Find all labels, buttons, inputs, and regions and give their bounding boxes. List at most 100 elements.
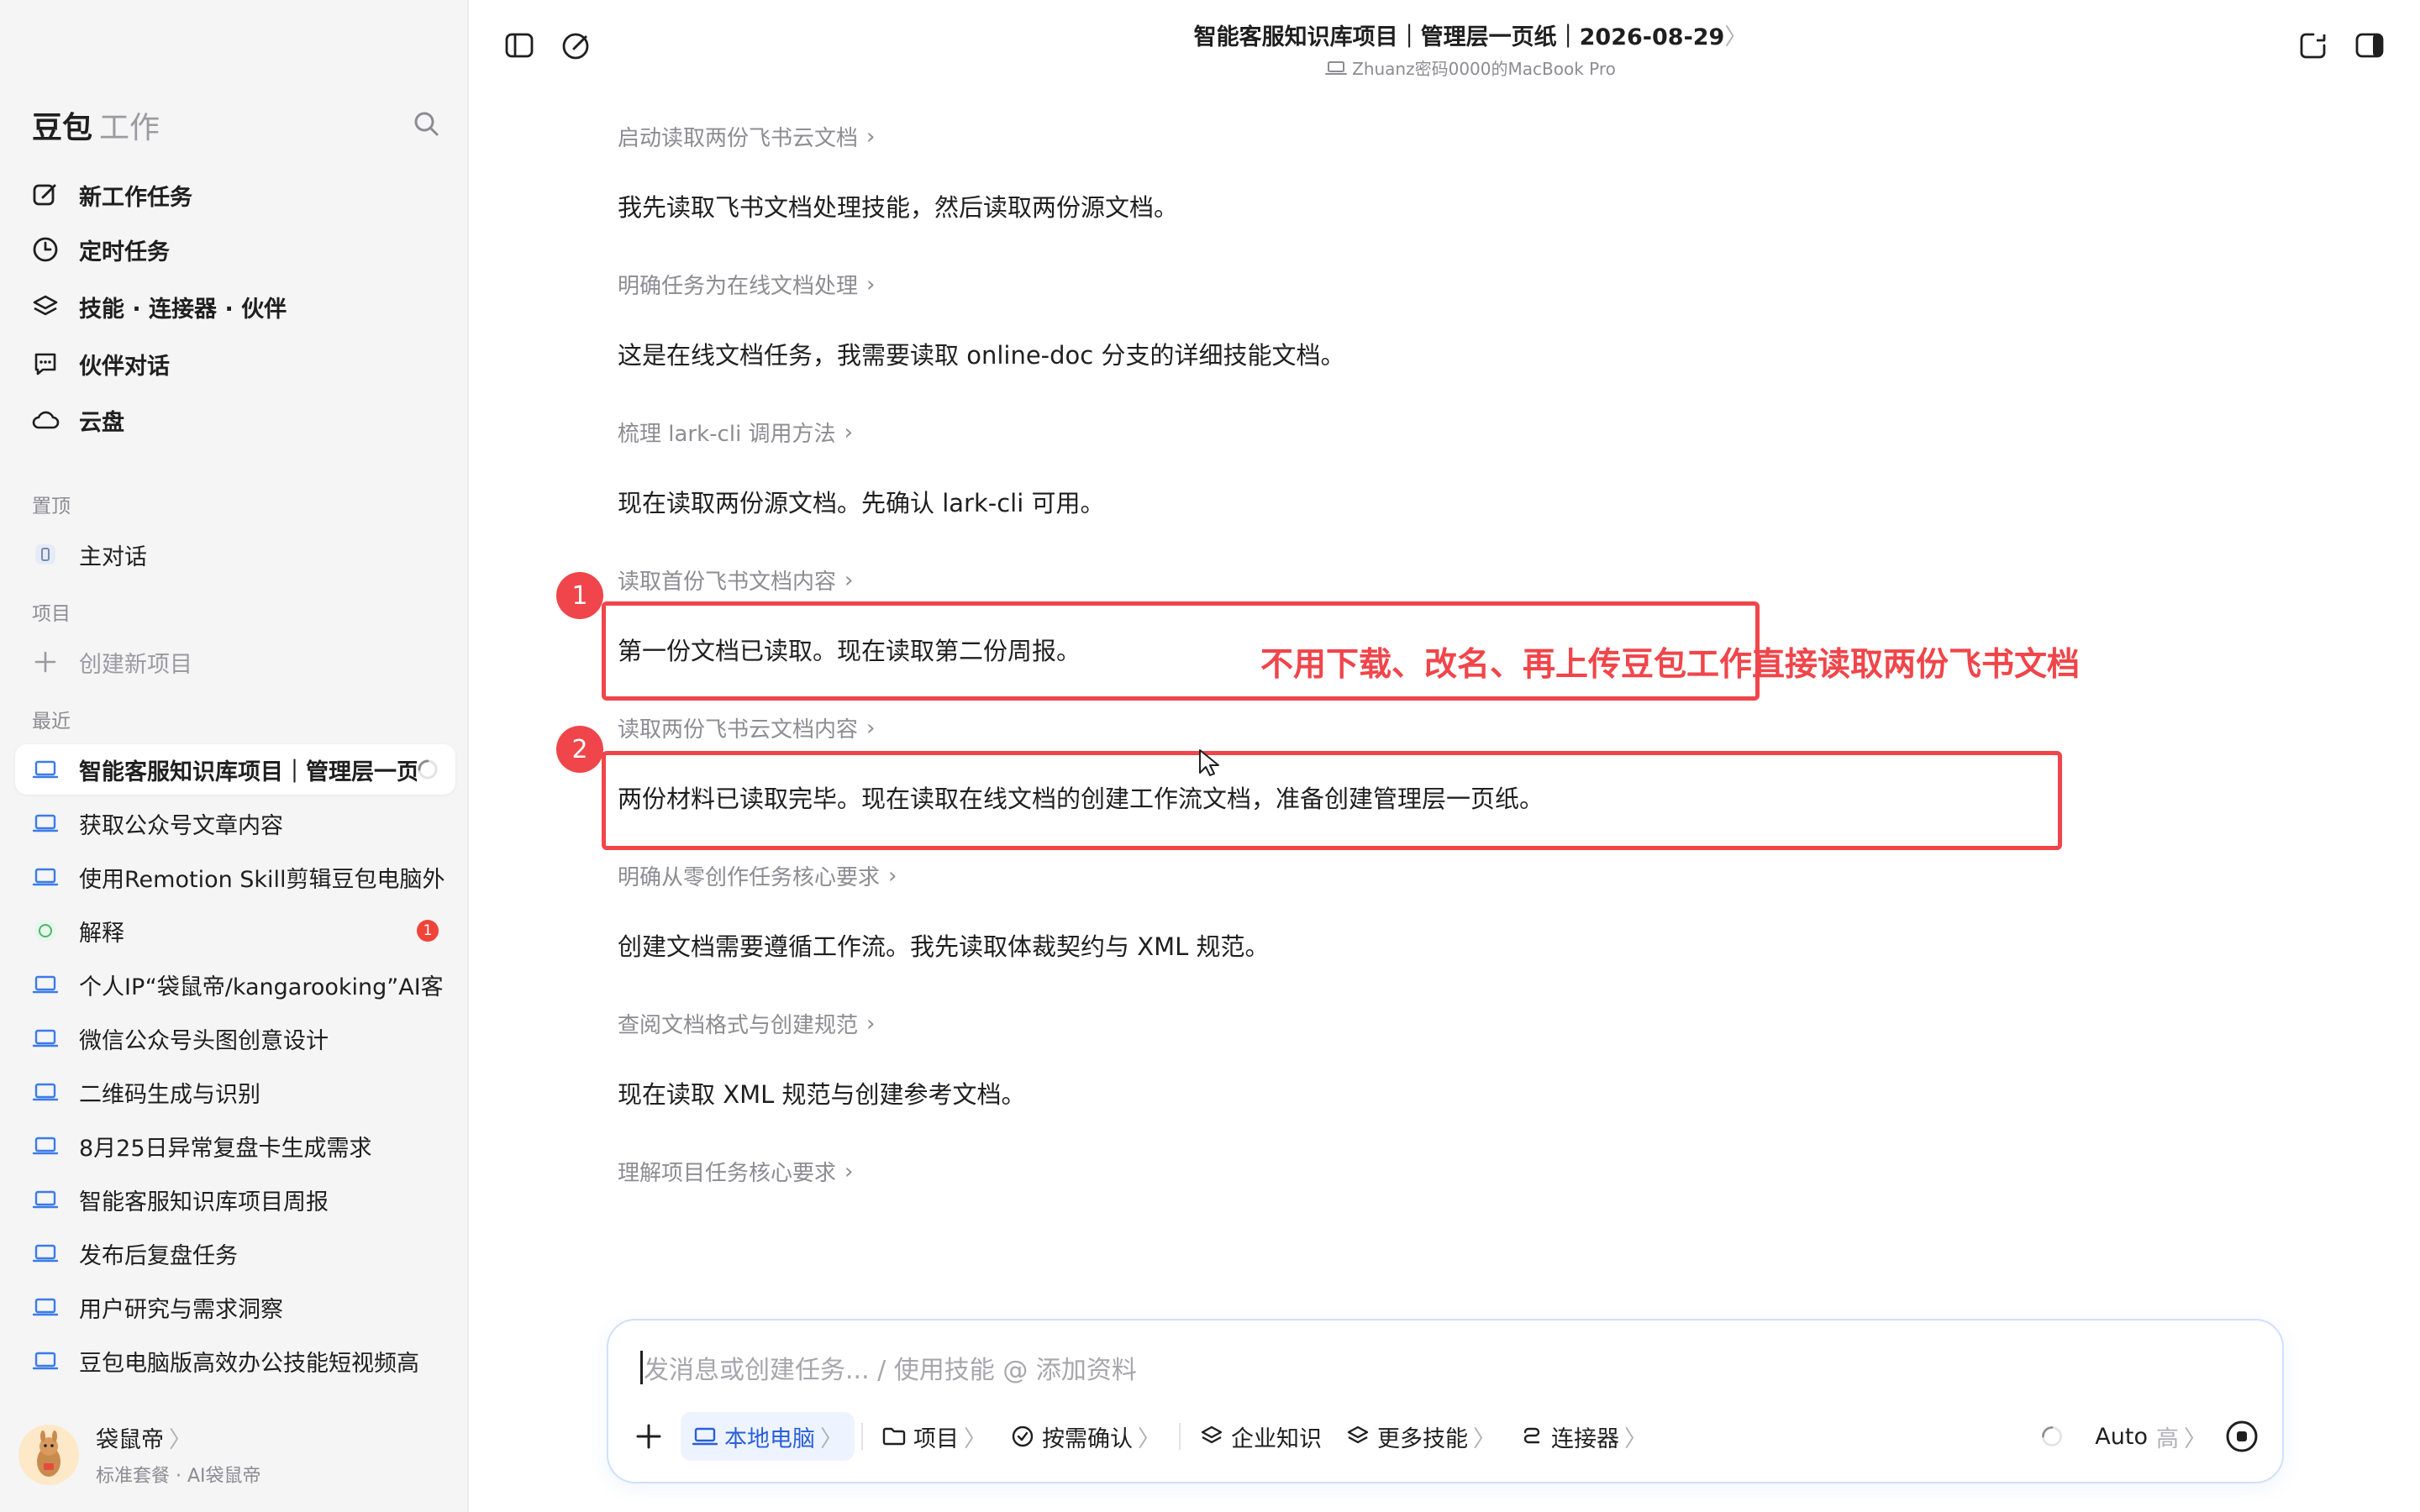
context-progress-indicator[interactable] <box>2028 1412 2083 1461</box>
profile-name: 袋鼠帝 <box>96 1427 164 1453</box>
nav-label: 技能 · 连接器 · 伙伴 <box>79 296 287 323</box>
laptop-icon <box>692 1424 718 1449</box>
user-profile[interactable]: 袋鼠帝〉 标准套餐 · AI袋鼠帝 <box>18 1421 261 1488</box>
list-item-label: 智能客服知识库项目｜管理层一页纸 <box>79 759 417 785</box>
model-level: 高 <box>2156 1425 2179 1452</box>
enterprise-knowledge-button[interactable]: 企业知识 <box>1187 1412 1334 1461</box>
step-expander[interactable]: 梳理 lark-cli 调用方法 › <box>618 417 853 448</box>
recent-item[interactable]: 解释 1 <box>15 906 455 956</box>
tool-label: 按需确认 <box>1042 1425 1133 1452</box>
connectors-button[interactable]: 连接器〉 <box>1507 1412 1659 1461</box>
step-expander[interactable]: 明确从零创作任务核心要求 › <box>618 860 897 891</box>
annotation-number-1: 1 <box>556 572 603 619</box>
step-label: 读取首份飞书文档内容 <box>618 570 837 595</box>
chevron-right-icon: › <box>844 567 854 593</box>
list-item-label: 个人IP“袋鼠帝/kangarooking”AI客 <box>79 974 444 1000</box>
step-expander[interactable]: 理解项目任务核心要求 › <box>618 1156 853 1187</box>
brand-logo[interactable]: 豆包 工作 <box>32 104 160 146</box>
recent-item[interactable]: 用户研究与需求洞察 <box>15 1282 455 1332</box>
assistant-message: 现在读取两份源文档。先确认 lark-cli 可用。 <box>618 489 1105 517</box>
recent-item[interactable]: 智能客服知识库项目周报 <box>15 1174 455 1225</box>
recent-item[interactable]: 8月25日异常复盘卡生成需求 <box>15 1121 455 1171</box>
create-project-button[interactable]: 创建新项目 <box>15 637 455 687</box>
recent-item[interactable]: 二维码生成与识别 <box>15 1067 455 1117</box>
toggle-sidebar-icon[interactable] <box>502 29 536 62</box>
brand-sub: 工作 <box>99 111 160 145</box>
chevron-right-icon: 〉 <box>1473 1425 1496 1452</box>
loading-spinner-icon <box>2039 1424 2065 1449</box>
chevron-right-icon: › <box>844 419 853 445</box>
chevron-right-icon: 〉 <box>820 1425 843 1452</box>
doc-icon <box>32 541 59 568</box>
annotation-highlight-box-2 <box>602 751 2062 850</box>
section-projects-label: 项目 <box>32 603 71 625</box>
local-computer-button[interactable]: 本地电脑〉 <box>681 1412 855 1461</box>
stop-icon <box>2226 1420 2258 1452</box>
nav-partner-chat[interactable]: 伙伴对话 <box>30 343 450 385</box>
composer-placeholder[interactable]: 发消息或创建任务... / 使用技能 @ 添加资料 <box>644 1349 1137 1386</box>
chevron-right-icon: 〉 <box>964 1425 986 1452</box>
laptop-icon <box>1325 60 1348 76</box>
nav-label: 定时任务 <box>79 239 170 265</box>
recent-item[interactable]: 个人IP“袋鼠帝/kangarooking”AI客 <box>15 959 455 1010</box>
link-icon <box>1519 1424 1544 1449</box>
step-expander[interactable]: 读取两份飞书云文档内容 › <box>618 712 875 743</box>
tool-label: 项目 <box>913 1425 959 1452</box>
laptop-icon <box>32 971 59 998</box>
layers-icon <box>1345 1424 1370 1449</box>
profile-name-row: 袋鼠帝〉 <box>96 1421 261 1454</box>
assistant-message: 现在读取 XML 规范与创建参考文档。 <box>618 1080 1026 1109</box>
chevron-right-icon: 〉 <box>1138 1425 1160 1452</box>
nav-scheduled-task[interactable]: 定时任务 <box>30 228 450 270</box>
confirm-mode-button[interactable]: 按需确认〉 <box>998 1412 1172 1461</box>
step-expander[interactable]: 查阅文档格式与创建规范 › <box>618 1008 875 1039</box>
model-selector[interactable]: Auto 高 〉 <box>2083 1412 2218 1461</box>
assistant-message: 我先读取飞书文档处理技能，然后读取两份源文档。 <box>618 193 1179 222</box>
chevron-right-icon: › <box>844 1158 854 1184</box>
recent-item[interactable]: 获取公众号文章内容 <box>15 798 455 848</box>
toggle-panel-icon[interactable] <box>2353 29 2386 62</box>
divider <box>861 1423 863 1450</box>
page-title[interactable]: 智能客服知识库项目｜管理层一页纸｜2026-08-29〉 <box>1092 18 1849 51</box>
nav-new-task[interactable]: 新工作任务 <box>30 174 450 216</box>
layers-icon <box>1199 1424 1224 1449</box>
recent-item[interactable]: 使用Remotion Skill剪辑豆包电脑外 <box>15 852 455 902</box>
check-circle-icon <box>1010 1424 1035 1449</box>
open-window-icon[interactable] <box>2296 29 2330 62</box>
more-skills-button[interactable]: 更多技能〉 <box>1334 1412 1507 1461</box>
search-icon[interactable] <box>410 108 444 141</box>
laptop-icon <box>32 756 59 783</box>
laptop-icon <box>32 1186 59 1213</box>
unread-badge: 1 <box>417 920 439 942</box>
device-name: Zhuanz密码0000的MacBook Pro <box>1352 59 1616 79</box>
step-expander[interactable]: 读取首份飞书文档内容 › <box>618 564 853 596</box>
nav-skills-connectors[interactable]: 技能 · 连接器 · 伙伴 <box>30 286 450 328</box>
chevron-right-icon: 〉 <box>2184 1425 2207 1452</box>
section-pinned-label: 置顶 <box>32 496 71 517</box>
step-label: 读取两份飞书云文档内容 <box>618 717 859 743</box>
step-label: 梳理 lark-cli 调用方法 <box>618 422 836 447</box>
nav-label: 云盘 <box>79 409 124 436</box>
add-attachment-button[interactable] <box>625 1413 672 1460</box>
step-expander[interactable]: 启动读取两份飞书云文档 › <box>618 121 875 152</box>
new-chat-icon[interactable] <box>560 29 593 62</box>
nav-cloud-drive[interactable]: 云盘 <box>30 399 450 441</box>
recent-item[interactable]: 智能客服知识库项目｜管理层一页纸 <box>15 744 455 795</box>
message-composer[interactable]: 发消息或创建任务... / 使用技能 @ 添加资料 本地电脑〉 项目〉 按需确认… <box>607 1319 2284 1483</box>
tool-label: 连接器 <box>1551 1425 1619 1452</box>
list-item-label: 豆包电脑版高效办公技能短视频高 <box>79 1350 419 1377</box>
folder-icon <box>881 1424 907 1449</box>
pinned-item-main-chat[interactable]: 主对话 <box>15 529 455 580</box>
laptop-icon <box>32 1132 59 1159</box>
recent-item[interactable]: 发布后复盘任务 <box>15 1228 455 1278</box>
stop-button[interactable] <box>2218 1412 2265 1461</box>
step-label: 查阅文档格式与创建规范 <box>618 1013 859 1038</box>
recent-item[interactable]: 微信公众号头图创意设计 <box>15 1013 455 1063</box>
brand-main: 豆包 <box>32 111 93 145</box>
laptop-icon <box>32 1240 59 1267</box>
laptop-icon <box>32 1294 59 1320</box>
recent-item[interactable]: 豆包电脑版高效办公技能短视频高 <box>15 1336 455 1386</box>
project-button[interactable]: 项目〉 <box>870 1412 998 1461</box>
nav-label: 伙伴对话 <box>79 353 170 380</box>
step-expander[interactable]: 明确任务为在线文档处理 › <box>618 269 875 300</box>
